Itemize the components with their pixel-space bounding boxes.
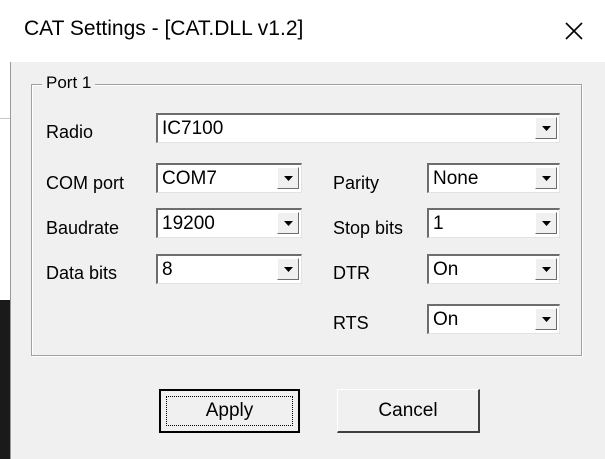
close-icon <box>565 22 583 40</box>
window-title: CAT Settings - [CAT.DLL v1.2] <box>24 17 304 40</box>
stop-bits-value: 1 <box>433 213 444 234</box>
apply-button[interactable]: Apply <box>159 389 300 433</box>
close-button[interactable] <box>543 0 605 62</box>
chevron-down-icon <box>541 125 551 131</box>
rts-select[interactable]: On <box>427 304 560 334</box>
apply-button-label: Apply <box>205 400 254 421</box>
chevron-down-icon <box>541 266 551 272</box>
dtr-label: DTR <box>333 263 370 283</box>
data-bits-select[interactable]: 8 <box>156 254 302 284</box>
rts-value: On <box>433 309 459 330</box>
baudrate-dropdown-button[interactable] <box>277 212 299 234</box>
stop-bits-select[interactable]: 1 <box>427 208 560 238</box>
rts-dropdown-button[interactable] <box>535 308 557 330</box>
chevron-down-icon <box>283 220 293 226</box>
background-window-divider <box>0 118 10 119</box>
parity-dropdown-button[interactable] <box>535 167 557 189</box>
baudrate-value: 19200 <box>162 213 215 234</box>
chevron-down-icon <box>283 266 293 272</box>
com-port-dropdown-button[interactable] <box>277 167 299 189</box>
parity-label: Parity <box>333 173 380 193</box>
data-bits-dropdown-button[interactable] <box>277 258 299 280</box>
chevron-down-icon <box>541 220 551 226</box>
parity-value: None <box>433 168 479 189</box>
chevron-down-icon <box>541 175 551 181</box>
radio-label: Radio <box>46 122 94 142</box>
rts-label: RTS <box>333 313 369 333</box>
com-port-value: COM7 <box>162 168 217 189</box>
radio-value: IC7100 <box>162 118 224 139</box>
background-window-edge <box>0 300 10 459</box>
data-bits-label: Data bits <box>46 263 118 283</box>
title-bar[interactable]: CAT Settings - [CAT.DLL v1.2] <box>10 0 605 62</box>
cancel-button-label: Cancel <box>378 399 438 421</box>
radio-select[interactable]: IC7100 <box>156 113 560 143</box>
dtr-dropdown-button[interactable] <box>535 258 557 280</box>
group-legend: Port 1 <box>42 73 96 93</box>
com-port-label: COM port <box>46 173 125 193</box>
stop-bits-label: Stop bits <box>333 218 404 238</box>
chevron-down-icon <box>283 175 293 181</box>
parity-select[interactable]: None <box>427 163 560 193</box>
baudrate-select[interactable]: 19200 <box>156 208 302 238</box>
cancel-button[interactable]: Cancel <box>337 389 480 433</box>
baudrate-label: Baudrate <box>46 218 120 238</box>
data-bits-value: 8 <box>162 259 173 280</box>
radio-dropdown-button[interactable] <box>535 117 557 139</box>
dtr-select[interactable]: On <box>427 254 560 284</box>
dtr-value: On <box>433 259 459 280</box>
com-port-select[interactable]: COM7 <box>156 163 302 193</box>
chevron-down-icon <box>541 316 551 322</box>
stop-bits-dropdown-button[interactable] <box>535 212 557 234</box>
